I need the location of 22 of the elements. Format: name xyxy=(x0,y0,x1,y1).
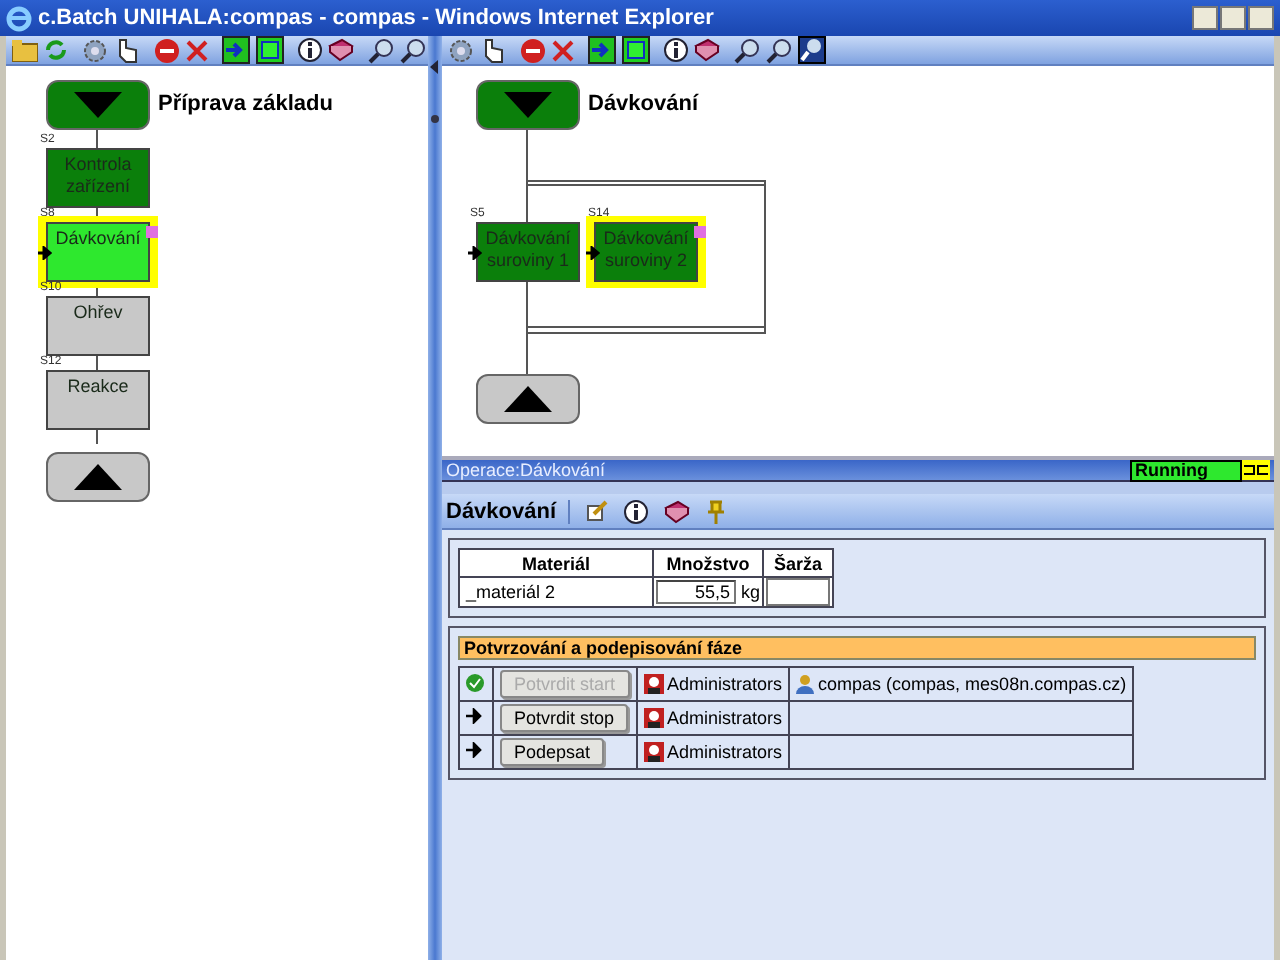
diagram-title: Dávkování xyxy=(588,92,699,116)
status-indicator: Running xyxy=(1129,459,1242,481)
column-header: Množstvo xyxy=(653,549,764,577)
group-label: Administrators xyxy=(667,742,783,762)
user-label: compas (compas, mes08n.compas.cz) xyxy=(818,674,1127,694)
detail-title: Dávkování xyxy=(446,499,571,523)
window-title: c.Batch UNIHALA:compas - compas - Windows Internet Explorer xyxy=(38,6,716,30)
column-header: Materiál xyxy=(459,549,653,577)
signoff-button[interactable]: Potvrdit stop xyxy=(500,704,629,732)
operation-label: Operace:Dávkování xyxy=(446,460,608,480)
quantity-field[interactable]: 55,5 xyxy=(656,580,736,604)
step-block[interactable]: Dávkování xyxy=(46,222,150,282)
step-block[interactable]: Ohřev xyxy=(46,296,150,356)
column-header: Šarža xyxy=(763,549,834,577)
group-label: Administrators xyxy=(667,674,783,694)
step-block[interactable]: Reakce xyxy=(46,370,150,430)
signoff-button[interactable]: Podepsat xyxy=(500,738,605,766)
section-header: Potvrzování a podepisování fáze xyxy=(458,636,1256,660)
table-cell: _materiál 2 xyxy=(459,577,653,607)
diagram-title: Příprava základu xyxy=(158,92,333,116)
group-label: Administrators xyxy=(667,708,783,728)
unit-label: kg xyxy=(741,582,761,602)
